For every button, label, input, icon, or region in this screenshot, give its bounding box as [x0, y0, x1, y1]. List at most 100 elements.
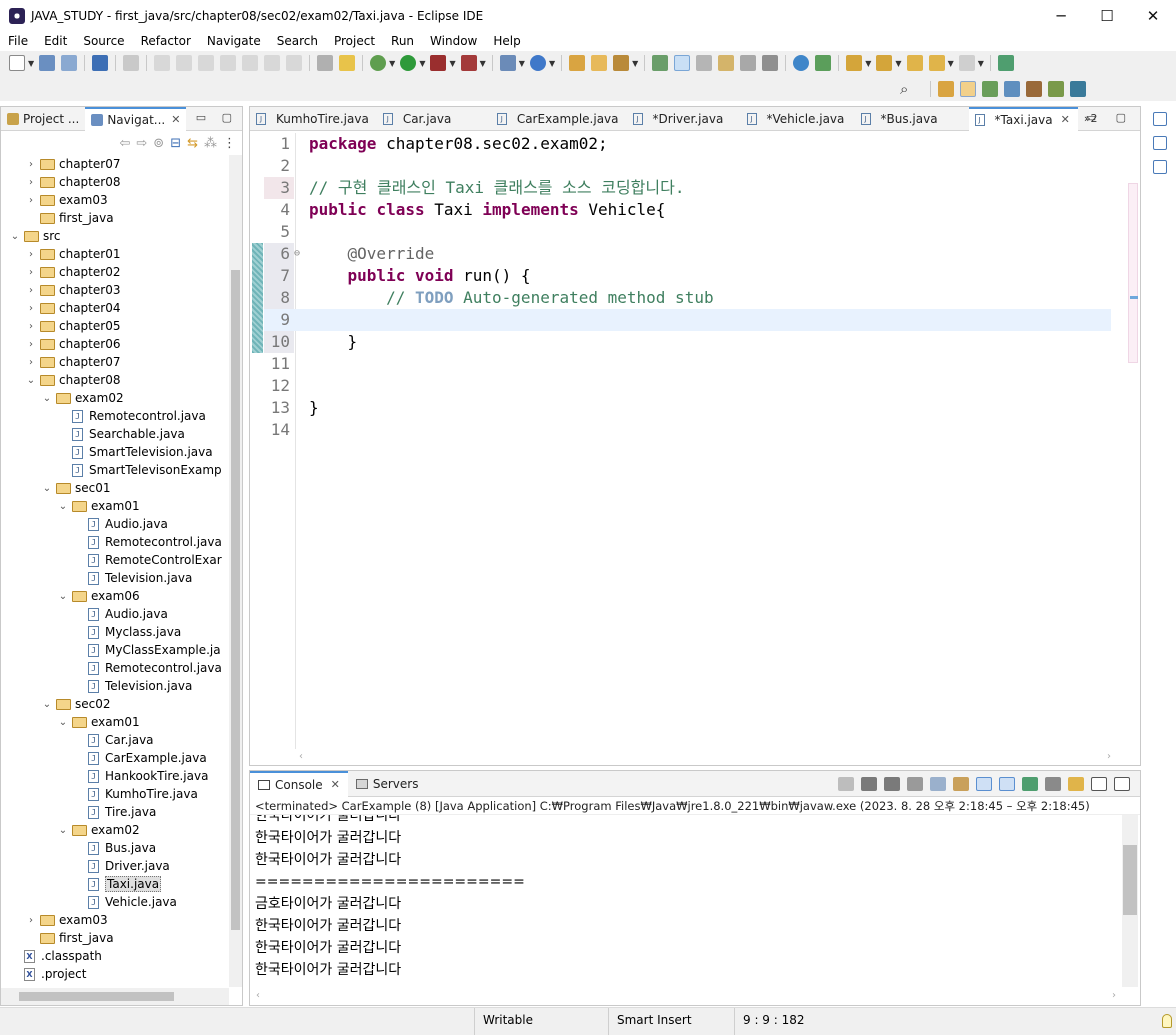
maximize-icon[interactable]	[1114, 777, 1130, 791]
tab-console[interactable]: Console ✕	[250, 770, 348, 797]
code-line[interactable]: 4 public class Taxi implements Vehicle{	[264, 199, 1124, 221]
expand-toggle-icon[interactable]: ⌄	[9, 231, 21, 242]
open-type-icon[interactable]	[569, 55, 586, 71]
java-ee-perspective-icon[interactable]	[1026, 81, 1043, 97]
display-console-icon[interactable]	[1045, 777, 1061, 791]
coverage-icon[interactable]	[430, 55, 447, 71]
expand-toggle-icon[interactable]: ›	[25, 915, 37, 926]
team-perspective-icon[interactable]	[1070, 81, 1087, 97]
expand-toggle-icon[interactable]: ⌄	[57, 501, 69, 512]
minimize-icon[interactable]	[1091, 777, 1107, 791]
tree-item[interactable]: › chapter07	[1, 353, 229, 371]
code-line[interactable]: 5	[264, 221, 1124, 243]
expand-toggle-icon[interactable]: ⌄	[25, 375, 37, 386]
tree-vertical-scrollbar[interactable]	[229, 155, 242, 987]
tree-item[interactable]: J Myclass.java	[1, 623, 229, 641]
close-icon[interactable]: ✕	[1061, 113, 1070, 126]
filters-icon[interactable]: ⁂	[204, 136, 217, 151]
code-line[interactable]: 10 }	[264, 331, 1124, 353]
overview-marker[interactable]	[1130, 296, 1138, 299]
terminate-icon[interactable]	[198, 55, 215, 71]
search-icon[interactable]: ⌕	[900, 80, 908, 98]
tree-item[interactable]: ⌄ chapter08	[1, 371, 229, 389]
minimize-button[interactable]: ─	[1038, 0, 1084, 31]
drop-to-frame-icon[interactable]	[317, 55, 334, 71]
step-over-icon[interactable]	[264, 55, 281, 71]
menu-edit[interactable]: Edit	[36, 34, 75, 48]
expand-toggle-icon[interactable]: ⌄	[41, 393, 53, 404]
menu-file[interactable]: File	[0, 34, 36, 48]
last-edit-location-icon[interactable]	[906, 55, 923, 71]
lightbulb-icon[interactable]	[1162, 1014, 1172, 1028]
open-perspective-icon[interactable]	[938, 81, 955, 97]
tree-item[interactable]: X .project	[1, 965, 229, 983]
menu-project[interactable]: Project	[326, 34, 383, 48]
tree-item[interactable]: J RemoteControlExar	[1, 551, 229, 569]
clear-console-icon[interactable]	[907, 777, 923, 791]
resource-perspective-icon[interactable]	[1048, 81, 1065, 97]
tree-item[interactable]: › exam03	[1, 911, 229, 929]
tree-item[interactable]: › chapter04	[1, 299, 229, 317]
tree-item[interactable]: ⌄ exam06	[1, 587, 229, 605]
code-line[interactable]: 12	[264, 375, 1124, 397]
debug-icon[interactable]	[370, 55, 387, 71]
code-line[interactable]: 9	[264, 309, 1124, 331]
tree-item[interactable]: › chapter02	[1, 263, 229, 281]
tree-item[interactable]: J CarExample.java	[1, 749, 229, 767]
terminate-icon[interactable]	[838, 777, 854, 791]
code-line[interactable]: 8 // TODO Auto-generated method stub	[264, 287, 1124, 309]
code-line[interactable]: 11	[264, 353, 1124, 375]
block-selection-icon[interactable]	[696, 55, 713, 71]
expand-toggle-icon[interactable]: ›	[25, 249, 37, 260]
editor-tab[interactable]: J *Taxi.java ✕	[968, 106, 1078, 131]
minimize-maximize-icon[interactable]: ▭ ▢	[1086, 111, 1134, 124]
resume-icon[interactable]	[154, 55, 171, 71]
overview-ruler[interactable]	[1128, 183, 1138, 363]
tree-item[interactable]: ⌄ exam01	[1, 497, 229, 515]
new-icon[interactable]	[9, 55, 25, 71]
scroll-left-icon[interactable]: ‹	[256, 990, 260, 1001]
scroll-right-icon[interactable]: ›	[1112, 990, 1116, 1001]
show-on-stdout-icon[interactable]	[976, 777, 992, 791]
code-line[interactable]: 14	[264, 419, 1124, 441]
tree-item[interactable]: J Audio.java	[1, 515, 229, 533]
external-tools-icon[interactable]	[460, 55, 477, 71]
tree-item[interactable]: › chapter08	[1, 173, 229, 191]
link-editor-icon[interactable]: ⇆	[187, 136, 198, 151]
maximize-button[interactable]: ☐	[1084, 0, 1130, 31]
open-console-icon[interactable]	[1068, 777, 1084, 791]
suspend-icon[interactable]	[176, 55, 193, 71]
editor-horizontal-scrollbar[interactable]: ‹ ›	[295, 749, 1115, 765]
tree-item[interactable]: X .classpath	[1, 947, 229, 965]
tree-item[interactable]: J Driver.java	[1, 857, 229, 875]
expand-toggle-icon[interactable]: ›	[25, 339, 37, 350]
expand-toggle-icon[interactable]: ›	[25, 159, 37, 170]
tab-navigator[interactable]: Navigat... ✕	[85, 106, 187, 131]
tree-item[interactable]: J MyClassExample.ja	[1, 641, 229, 659]
expand-toggle-icon[interactable]: ⌄	[41, 699, 53, 710]
new-dropdown-icon[interactable]: ▼	[28, 59, 34, 68]
view-menu-icon[interactable]: ⋮	[223, 136, 236, 151]
scroll-right-icon[interactable]: ›	[1107, 751, 1111, 762]
remove-launch-icon[interactable]	[861, 777, 877, 791]
mark-occurrences-icon[interactable]	[674, 55, 691, 71]
status-insert-mode[interactable]: Smart Insert	[608, 1008, 734, 1035]
editor-tab[interactable]: J *Bus.java	[855, 107, 969, 131]
expand-toggle-icon[interactable]: ›	[25, 177, 37, 188]
menu-window[interactable]: Window	[422, 34, 485, 48]
editor-vertical-scrollbar[interactable]	[1111, 133, 1124, 749]
tree-item[interactable]: J Taxi.java	[1, 875, 229, 893]
tree-item[interactable]: J HankookTire.java	[1, 767, 229, 785]
open-task-icon[interactable]	[591, 55, 608, 71]
scroll-lock-icon[interactable]	[930, 777, 946, 791]
next-annotation-icon[interactable]	[846, 55, 863, 71]
code-area[interactable]: 1 package chapter08.sec02.exam02; 2 3 // 구현 …	[264, 133, 1124, 749]
remove-all-terminated-icon[interactable]	[884, 777, 900, 791]
pilcrow-icon[interactable]	[762, 55, 779, 71]
word-wrap-icon[interactable]	[953, 777, 969, 791]
tree-item[interactable]: › chapter05	[1, 317, 229, 335]
tree-item[interactable]: ⌄ src	[1, 227, 229, 245]
editor-tab[interactable]: J KumhoTire.java	[250, 107, 377, 131]
tree-item[interactable]: › chapter03	[1, 281, 229, 299]
tree-item[interactable]: J Remotecontrol.java	[1, 533, 229, 551]
